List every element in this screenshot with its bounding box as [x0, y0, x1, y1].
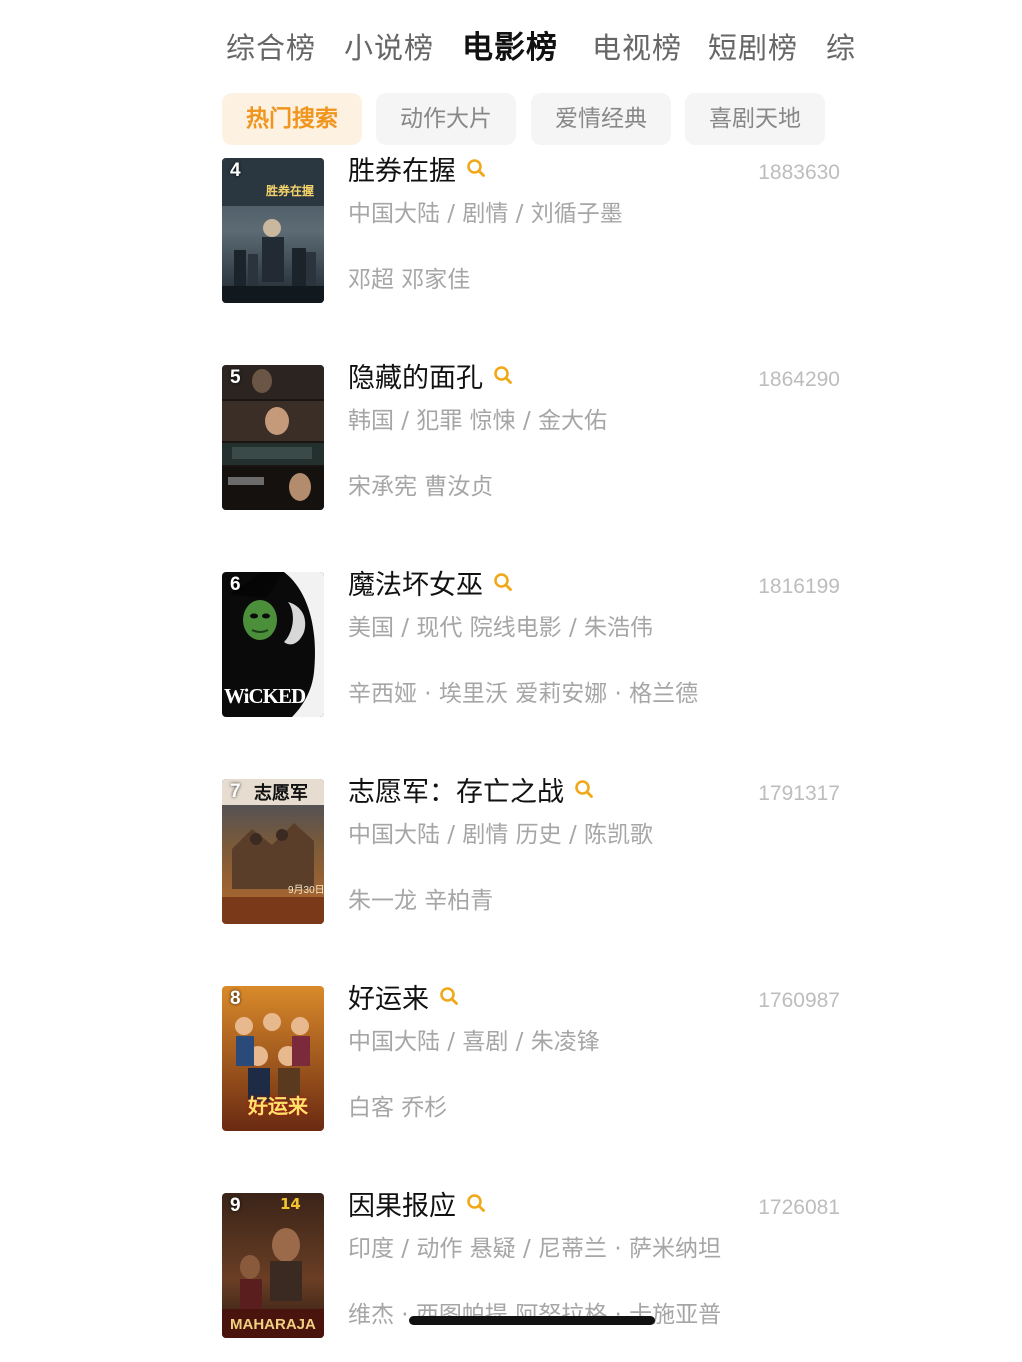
tab-short-drama[interactable]: 短剧榜 [708, 26, 798, 70]
movie-poster[interactable]: 5 [222, 365, 324, 510]
rank-badge: 4 [230, 160, 241, 181]
movie-poster[interactable]: MAHARAJA 9 14 [222, 1193, 324, 1338]
heat-value: 1816199 [758, 575, 840, 598]
poster-title: 14 [280, 1195, 301, 1213]
movie-title[interactable]: 隐藏的面孔 [348, 361, 513, 397]
heat-value: 1760987 [758, 989, 840, 1012]
tab-movie[interactable]: 电影榜 [462, 26, 558, 70]
poster-title: 志愿军 [254, 783, 308, 804]
heat-value: 1791317 [758, 782, 840, 805]
list-item[interactable]: 9月30日 7 志愿军 志愿军：存亡之战 1791317 中国大陆 / 剧情 历… [222, 777, 852, 929]
movie-meta: 中国大陆 / 剧情 历史 / 陈凯歌 [348, 822, 654, 848]
pill-comedy[interactable]: 喜剧天地 [685, 93, 825, 145]
heat-value: 1726081 [758, 1196, 840, 1219]
search-icon[interactable] [493, 359, 513, 395]
pill-hot-search[interactable]: 热门搜索 [222, 93, 362, 145]
list-item[interactable]: 4 胜券在握 胜券在握 1883630 中国大陆 / 剧情 / 刘循子墨 邓超 … [222, 156, 852, 308]
list-item[interactable]: 5 隐藏的面孔 1864290 韩国 / 犯罪 惊悚 / 金大佑 宋承宪 曹汝贞 [222, 363, 852, 515]
movie-poster[interactable]: 6 WiCKED [222, 572, 324, 717]
movie-meta: 美国 / 现代 院线电影 / 朱浩伟 [348, 615, 654, 641]
movie-meta: 印度 / 动作 悬疑 / 尼蒂兰 · 萨米纳坦 [348, 1236, 721, 1262]
movie-title[interactable]: 因果报应 [348, 1189, 486, 1225]
category-tabs: 综合榜 小说榜 电影榜 电视榜 短剧榜 综 [0, 26, 1022, 74]
movie-ranking-page: 综合榜 小说榜 电影榜 电视榜 短剧榜 综 热门搜索 动作大片 爱情经典 喜剧天… [0, 0, 1022, 1362]
tab-overall[interactable]: 综合榜 [226, 26, 316, 70]
pill-action[interactable]: 动作大片 [376, 93, 516, 145]
movie-cast: 朱一龙 辛柏青 [348, 888, 494, 914]
tab-tv[interactable]: 电视榜 [592, 26, 682, 70]
tab-novel[interactable]: 小说榜 [344, 26, 434, 70]
filter-pills: 热门搜索 动作大片 爱情经典 喜剧天地 [0, 93, 1022, 145]
poster-title: 胜券在握 [266, 184, 315, 198]
movie-cast: 辛西娅 · 埃里沃 爱莉安娜 · 格兰德 [348, 681, 699, 707]
movie-title[interactable]: 志愿军：存亡之战 [348, 775, 594, 811]
poster-title: WiCKED [224, 684, 306, 708]
movie-poster[interactable]: 8 好运来 [222, 986, 324, 1131]
movie-poster[interactable]: 4 胜券在握 [222, 158, 324, 303]
rank-badge: 6 [230, 574, 241, 595]
search-icon[interactable] [439, 980, 459, 1016]
movie-cast: 邓超 邓家佳 [348, 267, 471, 293]
poster-title: 好运来 [248, 1094, 308, 1118]
movie-title[interactable]: 魔法坏女巫 [348, 568, 513, 604]
rank-badge: 9 [230, 1195, 241, 1216]
movie-meta: 中国大陆 / 喜剧 / 朱凌锋 [348, 1029, 600, 1055]
movie-cast: 白客 乔杉 [348, 1095, 448, 1121]
movie-meta: 韩国 / 犯罪 惊悚 / 金大佑 [348, 408, 608, 434]
movie-title[interactable]: 胜券在握 [348, 154, 486, 190]
search-icon[interactable] [574, 773, 594, 809]
pill-romance[interactable]: 爱情经典 [531, 93, 671, 145]
rank-badge: 5 [230, 367, 241, 388]
rank-badge: 7 [230, 781, 241, 802]
movie-poster[interactable]: 9月30日 7 志愿军 [222, 779, 324, 924]
rank-badge: 8 [230, 988, 241, 1009]
heat-value: 1864290 [758, 368, 840, 391]
heat-value: 1883630 [758, 161, 840, 184]
search-icon[interactable] [466, 152, 486, 188]
movie-cast: 维杰 · 西图帕提 阿努拉格 · 卡施亚普 [348, 1302, 722, 1328]
list-item[interactable]: 6 WiCKED 魔法坏女巫 1816199 美国 / 现代 院线电影 / 朱浩… [222, 570, 852, 722]
svg-text:MAHARAJA: MAHARAJA [230, 1316, 316, 1333]
svg-text:9月30日: 9月30日 [288, 884, 324, 896]
list-item[interactable]: 8 好运来 好运来 1760987 中国大陆 / 喜剧 / 朱凌锋 白客 乔杉 [222, 984, 852, 1136]
search-icon[interactable] [493, 566, 513, 602]
movie-cast: 宋承宪 曹汝贞 [348, 474, 494, 500]
movie-title[interactable]: 好运来 [348, 982, 459, 1018]
home-indicator[interactable] [409, 1316, 655, 1325]
search-icon[interactable] [466, 1187, 486, 1223]
movie-meta: 中国大陆 / 剧情 / 刘循子墨 [348, 201, 623, 227]
tab-variety[interactable]: 综 [826, 26, 856, 70]
